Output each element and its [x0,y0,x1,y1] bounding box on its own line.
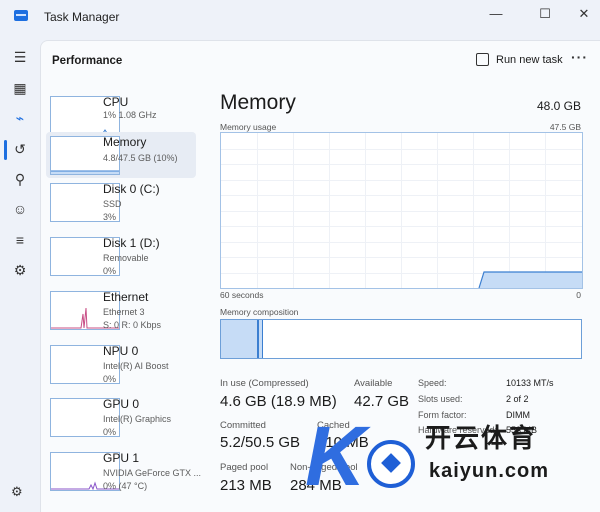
watermark-k-letter: K [305,409,366,503]
tile-sub: NVIDIA GeForce GTX ... [103,468,202,478]
speed-value: 10133 MT/s [506,378,554,388]
more-options-icon[interactable]: ··· [571,49,588,65]
tile-disk-1[interactable]: Disk 1 (D:) Removable 0% [46,233,196,279]
available-label: Available [354,378,393,389]
close-icon[interactable]: ✕ [572,4,596,24]
memory-composition-label: Memory composition [220,307,299,317]
tile-sub: Intel(R) Graphics [103,414,172,424]
tile-sub: Removable [103,253,149,263]
users-icon[interactable]: ☺ [7,196,33,222]
memory-usage-graph [220,132,583,289]
run-new-task-label: Run new task [496,53,563,66]
app-history-icon[interactable]: ↺ [7,136,33,162]
watermark-en-text: kaiyun.com [429,460,550,482]
paged-pool-value: 213 MB [220,477,272,494]
composition-in-use [221,320,259,358]
tile-gpu-0[interactable]: GPU 0 Intel(R) Graphics 0% [46,394,196,440]
tile-sub: 3% [103,212,117,222]
tile-sub: 0% (47 °C) [103,481,148,491]
startup-apps-icon[interactable]: ⚲ [7,166,33,192]
run-new-task-button[interactable]: Run new task [476,53,563,66]
tile-name: Disk 0 (C:) [103,182,160,196]
watermark-cn-text: 开云体育 [425,423,538,453]
navigation-rail: ☰ ▦ ⌁ ↺ ⚲ ☺ ≡ ⚙ [0,32,40,511]
committed-value: 5.2/50.5 GB [220,434,301,451]
task-manager-app-icon [14,10,28,21]
window-title: Task Manager [44,10,120,24]
performance-icon[interactable]: ⌁ [7,105,33,131]
services-icon[interactable]: ⚙ [7,257,33,283]
tile-sub: 0% [103,427,117,437]
tile-npu-0[interactable]: NPU 0 Intel(R) AI Boost 0% [46,341,196,387]
memory-total: 48.0 GB [536,99,581,113]
tile-sub: S: 0 R: 0 Kbps [103,320,162,330]
tile-memory[interactable]: Memory 4.8/47.5 GB (10%) [46,132,196,178]
tile-name: GPU 0 [103,397,140,411]
memory-title: Memory [220,91,296,114]
memory-composition-bar [220,319,582,359]
paged-pool-label: Paged pool [220,462,269,473]
page-title: Performance [52,55,123,67]
in-use-label: In use (Compressed) [220,378,309,389]
tile-name: NPU 0 [103,344,139,358]
memory-usage-label: Memory usage [220,122,277,132]
tile-sub: 0% [103,266,117,276]
tile-name: GPU 1 [103,451,140,465]
composition-modified [259,320,263,358]
tile-sub: Ethernet 3 [103,307,145,317]
processes-icon[interactable]: ▦ [7,75,33,101]
tile-ethernet[interactable]: Ethernet Ethernet 3 S: 0 R: 0 Kbps [46,287,196,333]
maximize-icon[interactable]: ☐ [533,4,557,24]
speed-label: Speed: [418,378,447,388]
memory-usage-area [478,271,582,288]
kaiyun-watermark-logo: K 开云体育 kaiyun.com [305,400,595,505]
tile-name: Ethernet [103,290,149,304]
tile-sub: 4.8/47.5 GB (10%) [103,153,178,163]
tile-sub: SSD [103,199,122,209]
tile-name: Disk 1 (D:) [103,236,160,250]
title-bar: Task Manager — ☐ ✕ [0,0,600,32]
tile-name: Memory [103,135,147,149]
minimize-icon[interactable]: — [484,4,508,24]
tile-sub: 0% [103,374,117,384]
axis-left-label: 60 seconds [220,290,264,300]
memory-usage-max: 47.5 GB [549,122,581,132]
committed-label: Committed [220,420,266,431]
tile-gpu-1[interactable]: GPU 1 NVIDIA GeForce GTX ... 0% (47 °C) [46,448,201,494]
settings-gear-icon[interactable]: ⚙ [11,484,23,500]
hamburger-menu-icon[interactable]: ☰ [7,44,33,70]
tile-sub: 1% 1.08 GHz [103,110,157,120]
run-task-icon [476,53,489,66]
axis-right-label: 0 [576,290,581,300]
tile-name: CPU [103,95,129,109]
details-icon[interactable]: ≡ [7,227,33,253]
tile-sub: Intel(R) AI Boost [103,361,169,371]
tile-disk-0[interactable]: Disk 0 (C:) SSD 3% [46,179,196,225]
soccer-ball-icon [367,440,415,488]
